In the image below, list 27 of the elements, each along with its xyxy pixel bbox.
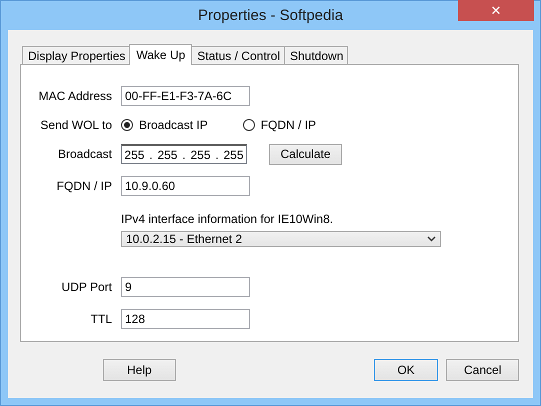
interface-info-text: IPv4 interface information for IE10Win8. — [121, 212, 334, 226]
field-label: Broadcast — [56, 147, 112, 161]
radio-label[interactable]: Broadcast IP — [139, 118, 208, 132]
close-button[interactable]: ✕ — [458, 0, 534, 21]
radio-button[interactable] — [121, 119, 133, 131]
window-title: Properties - Softpedia — [198, 7, 344, 24]
tab[interactable]: Wake Up — [129, 44, 192, 65]
dialog-button[interactable]: OK — [374, 359, 438, 381]
chevron-icon — [427, 236, 436, 242]
tab[interactable]: Display Properties — [22, 46, 130, 64]
field-label: UDP Port — [60, 280, 112, 294]
input-field[interactable]: 10.9.0.60 — [121, 176, 250, 196]
input-field[interactable]: 9 — [121, 277, 250, 297]
tab[interactable]: Shutdown — [284, 46, 348, 64]
ip-address-field[interactable]: 255 . 255 . 255 . 255 — [121, 144, 247, 164]
field-label: TTL — [90, 312, 112, 326]
input-field[interactable]: 00-FF-E1-F3-7A-6C — [121, 86, 250, 106]
interface-dropdown[interactable]: 10.0.2.15 - Ethernet 2 — [121, 231, 441, 247]
dialog-button[interactable]: Help — [103, 359, 176, 381]
field-label: MAC Address — [38, 89, 112, 103]
field-label: FQDN / IP — [56, 179, 112, 193]
calculate-button[interactable]: Calculate — [269, 144, 342, 164]
dialog-button[interactable]: Cancel — [446, 359, 520, 381]
input-field[interactable]: 128 — [121, 309, 250, 329]
radio-label[interactable]: FQDN / IP — [260, 118, 316, 132]
field-label: Send WOL to — [39, 118, 112, 132]
radio-button[interactable] — [242, 119, 255, 131]
